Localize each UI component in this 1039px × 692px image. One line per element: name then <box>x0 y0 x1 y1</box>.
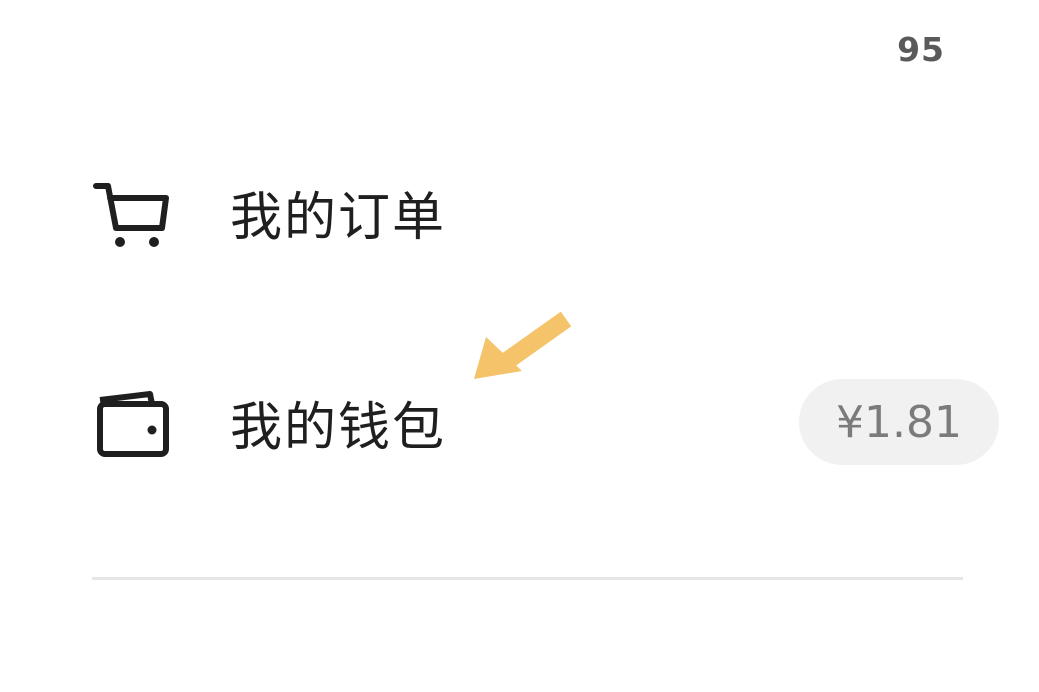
divider <box>92 577 963 580</box>
my-orders-label: 我的订单 <box>230 187 447 248</box>
menu-item-my-orders[interactable]: 我的订单 <box>92 162 999 262</box>
wallet-balance-badge[interactable]: ¥1.81 <box>799 379 999 465</box>
cart-icon <box>92 171 174 253</box>
count-badge: 95 <box>897 30 945 69</box>
my-wallet-label: 我的钱包 <box>230 397 447 458</box>
wallet-icon <box>92 381 174 463</box>
menu-item-my-wallet[interactable]: 我的钱包 ¥1.81 <box>92 372 999 472</box>
